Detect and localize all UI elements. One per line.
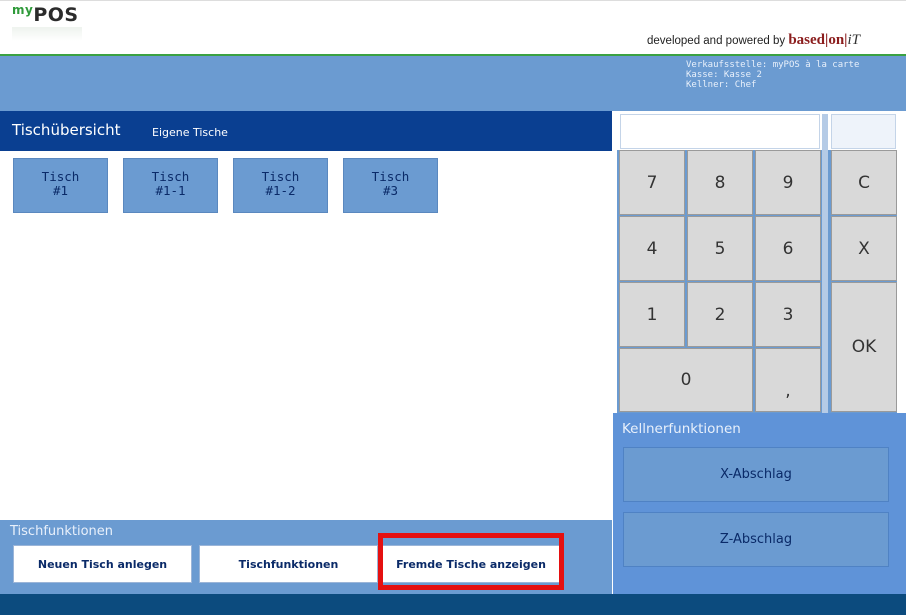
- table-functions-label: Tischfunktionen: [10, 524, 114, 539]
- secondary-display: [831, 114, 896, 149]
- table-button-1[interactable]: Tisch #1: [13, 158, 108, 213]
- page-title: Tischübersicht: [12, 121, 121, 139]
- key-6[interactable]: 6: [755, 216, 821, 281]
- key-8[interactable]: 8: [687, 150, 753, 215]
- key-2[interactable]: 2: [687, 282, 753, 347]
- keypad-separator: [822, 114, 828, 414]
- page-subtitle: Eigene Tische: [152, 126, 228, 139]
- key-3[interactable]: 3: [755, 282, 821, 347]
- key-7[interactable]: 7: [619, 150, 685, 215]
- table-button-1-1[interactable]: Tisch #1-1: [123, 158, 218, 213]
- key-0[interactable]: 0: [619, 348, 753, 412]
- key-comma[interactable]: ,: [755, 348, 821, 412]
- info-line-sales-point: Verkaufsstelle: myPOS à la carte: [686, 60, 860, 70]
- key-9[interactable]: 9: [755, 150, 821, 215]
- key-1[interactable]: 1: [619, 282, 685, 347]
- waiter-functions-label: Kellnerfunktionen: [622, 421, 741, 437]
- key-5[interactable]: 5: [687, 216, 753, 281]
- amount-display: [620, 114, 820, 149]
- z-report-button[interactable]: Z-Abschlag: [623, 512, 889, 567]
- mypos-logo: myPOS: [12, 3, 79, 26]
- key-clear[interactable]: C: [831, 150, 897, 215]
- status-bar: [0, 594, 906, 615]
- info-line-waiter: Kellner: Chef: [686, 80, 757, 90]
- table-button-3[interactable]: Tisch #3: [343, 158, 438, 213]
- basedonit-logo: based|on|iT: [788, 32, 860, 48]
- key-4[interactable]: 4: [619, 216, 685, 281]
- key-ok[interactable]: OK: [831, 282, 897, 412]
- highlight-box: [378, 533, 564, 590]
- session-info: Verkaufsstelle: myPOS à la carte Kasse: …: [686, 60, 859, 90]
- key-multiply[interactable]: X: [831, 216, 897, 281]
- logo-reflection: [12, 27, 82, 41]
- table-button-1-2[interactable]: Tisch #1-2: [233, 158, 328, 213]
- x-report-button[interactable]: X-Abschlag: [623, 447, 889, 502]
- info-line-register: Kasse: Kasse 2: [686, 70, 762, 80]
- top-border: [0, 0, 906, 1]
- table-functions-button[interactable]: Tischfunktionen: [199, 545, 378, 583]
- powered-by-text: developed and powered by based|on|iT: [647, 32, 860, 48]
- new-table-button[interactable]: Neuen Tisch anlegen: [13, 545, 192, 583]
